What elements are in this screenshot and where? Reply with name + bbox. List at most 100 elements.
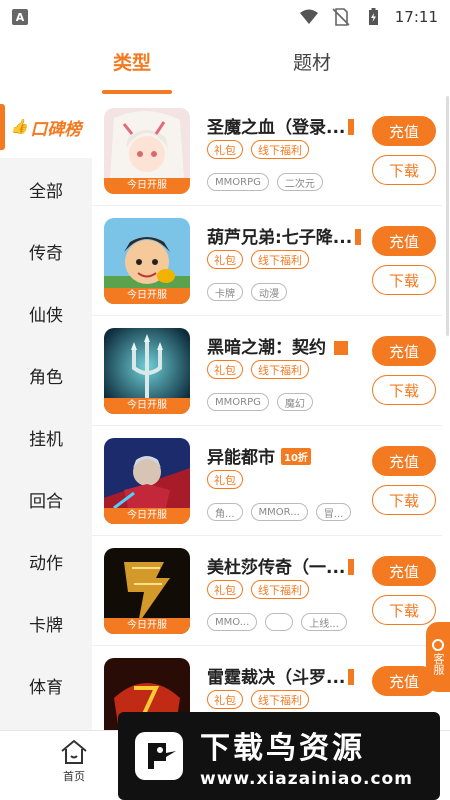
thumbs-up-icon: 👍 bbox=[10, 119, 29, 135]
sidebar-item-label: 回合 bbox=[29, 491, 63, 512]
status-bar: A 17:11 bbox=[0, 0, 450, 34]
open-today-label: 今日开服 bbox=[104, 288, 190, 304]
gift-tag: 礼包 bbox=[207, 250, 243, 269]
sidebar-item-label: 体育 bbox=[29, 677, 63, 698]
open-today-label: 今日开服 bbox=[104, 618, 190, 634]
sidebar-item-sports[interactable]: 体育 bbox=[0, 654, 92, 716]
title-marker bbox=[348, 119, 355, 135]
battery-icon bbox=[368, 8, 378, 25]
genre-tag: MMOR... bbox=[250, 503, 308, 521]
game-title[interactable]: 黑暗之潮：契约 bbox=[207, 333, 348, 358]
sidebar-item-label: 传奇 bbox=[29, 243, 63, 264]
sidebar-item-action[interactable]: 动作 bbox=[0, 530, 92, 592]
sidebar-item-all[interactable]: 全部 bbox=[0, 158, 92, 220]
sidebar-item-label: 仙侠 bbox=[29, 305, 63, 326]
active-indicator bbox=[0, 104, 5, 150]
offline-benefit-tag: 线下福利 bbox=[251, 360, 309, 379]
genre-tag: MMO... bbox=[207, 613, 258, 631]
charge-button[interactable]: 充值 bbox=[372, 556, 436, 586]
sidebar-item-legend[interactable]: 传奇 bbox=[0, 220, 92, 282]
nav-home-label: 首页 bbox=[63, 770, 85, 783]
open-today-label: 今日开服 bbox=[104, 398, 190, 414]
open-today-label: 今日开服 bbox=[104, 178, 190, 194]
wifi-icon bbox=[299, 9, 318, 24]
title-marker bbox=[348, 559, 355, 575]
tab-type[interactable]: 类型 bbox=[113, 48, 151, 75]
list-item[interactable]: 今日开服 黑暗之潮：契约 礼包 线下福利 MMORPG 魔幻 充值 下载 bbox=[92, 316, 442, 426]
title-marker bbox=[334, 341, 348, 355]
no-sim-icon bbox=[332, 8, 350, 26]
gift-tag: 礼包 bbox=[207, 140, 243, 159]
game-title[interactable]: 葫芦兄弟:七子降... bbox=[207, 223, 362, 248]
genre-tag bbox=[265, 613, 294, 631]
gift-tag: 礼包 bbox=[207, 690, 243, 709]
tab-topic[interactable]: 题材 bbox=[293, 48, 331, 75]
genre-tag: 冒... bbox=[315, 503, 352, 521]
charge-button[interactable]: 充值 bbox=[372, 116, 436, 146]
title-marker bbox=[348, 669, 355, 685]
game-cover[interactable]: 今日开服 bbox=[104, 438, 190, 524]
game-title[interactable]: 异能都市 10折 bbox=[207, 443, 311, 468]
game-cover[interactable]: 今日开服 bbox=[104, 548, 190, 634]
category-tabs: 类型 题材 bbox=[0, 34, 450, 96]
genre-tag: 卡牌 bbox=[207, 283, 243, 301]
sidebar-item-rpg[interactable]: 角色 bbox=[0, 344, 92, 406]
scrollbar[interactable] bbox=[446, 96, 449, 336]
charge-button[interactable]: 充值 bbox=[372, 336, 436, 366]
download-button[interactable]: 下载 bbox=[372, 155, 436, 185]
sidebar-item-idle[interactable]: 挂机 bbox=[0, 406, 92, 468]
home-icon bbox=[61, 739, 87, 764]
game-cover[interactable]: 今日开服 bbox=[104, 328, 190, 414]
download-button[interactable]: 下载 bbox=[372, 265, 436, 295]
sidebar-item-reputation[interactable]: 👍 口碑榜 bbox=[0, 96, 92, 158]
watermark-banner: 下载鸟资源 www.xiazainiao.com bbox=[118, 712, 440, 800]
list-item[interactable]: 今日开服 美杜莎传奇（一... 礼包 线下福利 MMO... 上线... 充值 … bbox=[92, 536, 442, 646]
sidebar-item-card[interactable]: 卡牌 bbox=[0, 592, 92, 654]
download-button[interactable]: 下载 bbox=[372, 485, 436, 515]
genre-tag: MMORPG bbox=[207, 173, 269, 191]
list-item[interactable]: 今日开服 圣魔之血（登录... 礼包 线下福利 MMORPG 二次元 充值 下载 bbox=[92, 96, 442, 206]
customer-service-button[interactable]: 客服 bbox=[426, 622, 450, 692]
watermark-url: www.xiazainiao.com bbox=[200, 769, 413, 789]
download-button[interactable]: 下载 bbox=[372, 375, 436, 405]
download-button[interactable]: 下载 bbox=[372, 595, 436, 625]
gift-tag: 礼包 bbox=[207, 580, 243, 599]
game-list: 今日开服 圣魔之血（登录... 礼包 线下福利 MMORPG 二次元 充值 下载 bbox=[92, 96, 450, 730]
charge-button[interactable]: 充值 bbox=[372, 446, 436, 476]
clock: 17:11 bbox=[394, 8, 438, 26]
genre-tag: MMORPG bbox=[207, 393, 269, 411]
sidebar-item-label: 角色 bbox=[29, 367, 63, 388]
sidebar-item-label: 挂机 bbox=[29, 429, 63, 450]
list-item[interactable]: 今日开服 葫芦兄弟:七子降... 礼包 线下福利 卡牌 动漫 充值 下载 bbox=[92, 206, 442, 316]
sidebar-item-turn-based[interactable]: 回合 bbox=[0, 468, 92, 530]
game-title[interactable]: 雷霆裁决（斗罗... bbox=[207, 663, 355, 688]
game-title[interactable]: 圣魔之血（登录... bbox=[207, 113, 355, 138]
offline-benefit-tag: 线下福利 bbox=[251, 140, 309, 159]
offline-benefit-tag: 线下福利 bbox=[251, 580, 309, 599]
sidebar-item-label: 全部 bbox=[29, 181, 63, 202]
watermark-title: 下载鸟资源 bbox=[200, 731, 365, 766]
title-marker bbox=[355, 229, 362, 245]
notification-icon: A bbox=[12, 9, 28, 25]
genre-tag: 魔幻 bbox=[276, 393, 313, 411]
sidebar-item-label: 卡牌 bbox=[29, 615, 63, 636]
genre-tag: 二次元 bbox=[276, 173, 323, 191]
sidebar-item-label: 口碑榜 bbox=[30, 119, 82, 140]
game-cover[interactable]: 今日开服 bbox=[104, 218, 190, 304]
list-item[interactable]: 今日开服 异能都市 10折 礼包 角... MMOR... 冒... 充值 下载 bbox=[92, 426, 442, 536]
customer-service-label: 客服 bbox=[432, 653, 445, 675]
nav-home[interactable]: 首页 bbox=[50, 739, 98, 784]
sidebar-item-xianxia[interactable]: 仙侠 bbox=[0, 282, 92, 344]
discount-badge: 10折 bbox=[281, 448, 311, 465]
offline-benefit-tag: 线下福利 bbox=[251, 250, 309, 269]
offline-benefit-tag: 线下福利 bbox=[251, 690, 309, 709]
charge-button[interactable]: 充值 bbox=[372, 226, 436, 256]
game-title[interactable]: 美杜莎传奇（一... bbox=[207, 553, 355, 578]
gift-tag: 礼包 bbox=[207, 360, 243, 379]
category-sidebar: 👍 口碑榜 全部 传奇 仙侠 角色 挂机 回合 动作 卡牌 体育 bbox=[0, 96, 92, 730]
open-today-label: 今日开服 bbox=[104, 508, 190, 524]
game-cover[interactable]: 今日开服 bbox=[104, 108, 190, 194]
genre-tag: 角... bbox=[207, 503, 243, 521]
sidebar-item-label: 动作 bbox=[29, 553, 63, 574]
genre-tag: 动漫 bbox=[251, 283, 287, 301]
